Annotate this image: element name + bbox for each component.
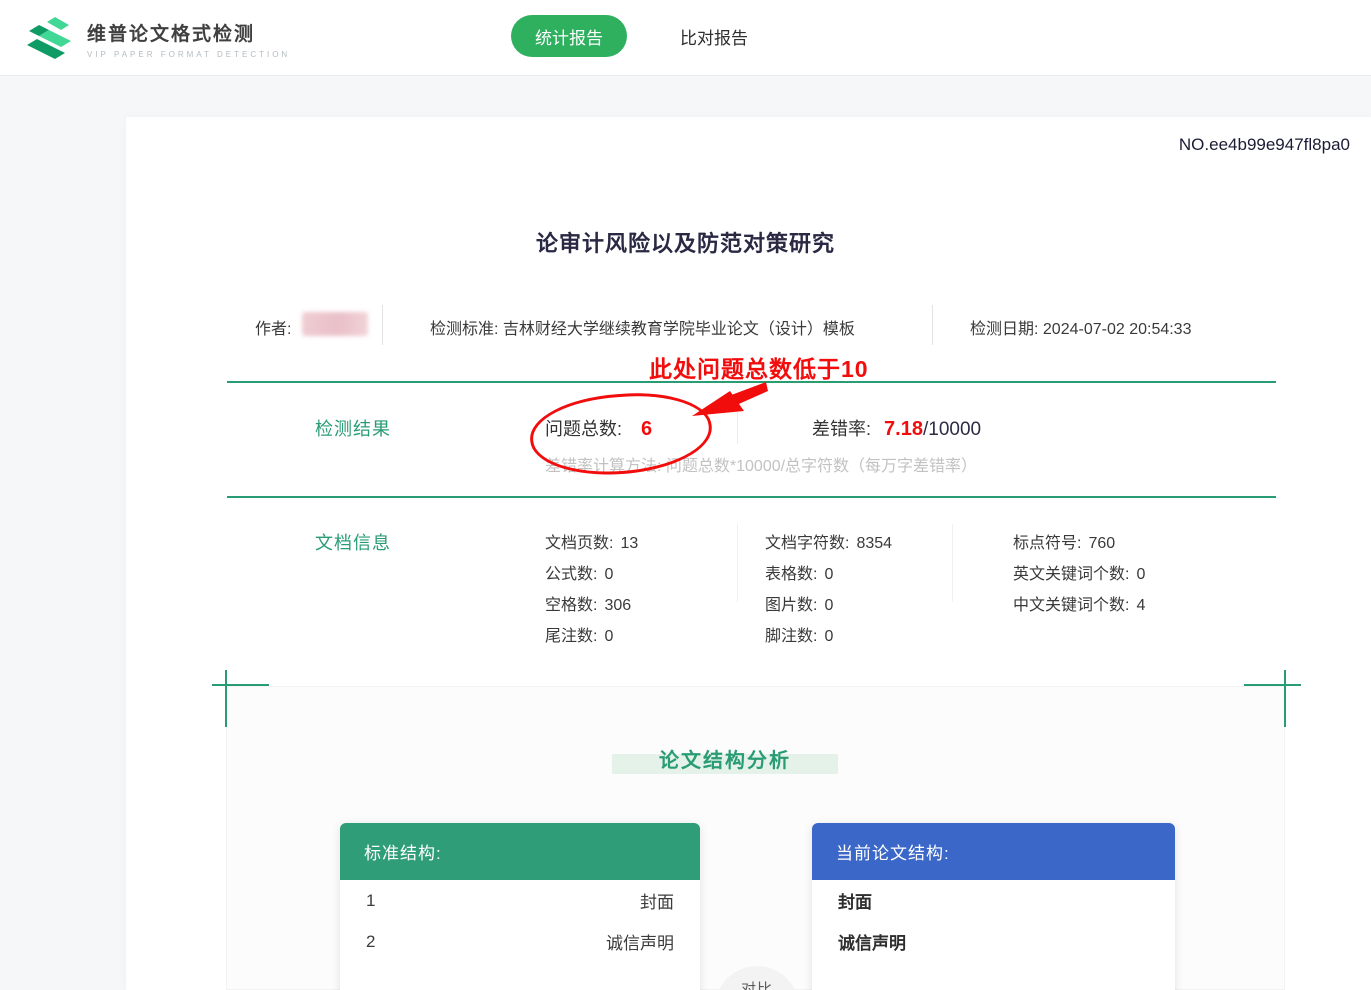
cropmark-right-horizontal: [1244, 684, 1301, 686]
error-rate-suffix: /10000: [923, 419, 981, 440]
author-label: 作者:: [255, 315, 291, 339]
red-arrow-icon: [690, 382, 768, 420]
page: 维普论文格式检测 VIP PAPER FORMAT DETECTION 统计报告…: [0, 0, 1371, 990]
docinfo-chars: 文档字符数:8354: [765, 529, 892, 553]
date-label: 检测日期:: [970, 321, 1038, 338]
docinfo-en-keywords: 英文关键词个数:0: [1013, 560, 1145, 584]
docinfo-punctuation: 标点符号:760: [1013, 529, 1115, 553]
docinfo-pages: 文档页数:13: [545, 529, 638, 553]
standard-value: 吉林财经大学继续教育学院毕业论文（设计）模板: [503, 321, 855, 338]
paper-title: 论审计风险以及防范对策研究: [0, 226, 1371, 258]
row-number: 1: [366, 891, 375, 911]
date-value: 2024-07-02 20:54:33: [1043, 321, 1192, 338]
meta-divider-2: [932, 305, 933, 345]
section-rule-bottom: [227, 496, 1276, 498]
brand-subtitle: VIP PAPER FORMAT DETECTION: [87, 50, 290, 59]
row-name: 诚信声明: [606, 929, 674, 954]
title-text: 论文结构分析: [612, 744, 838, 773]
author-name-redacted: [302, 312, 368, 336]
current-row-2: 诚信声明: [812, 921, 1175, 962]
cropmark-left-horizontal: [212, 684, 269, 686]
current-structure-card: 当前论文结构: 封面 诚信声明: [812, 823, 1175, 990]
standard-row-1: 1 封面: [340, 880, 700, 921]
docinfo-divider-2: [952, 524, 953, 602]
row-name: 封面: [640, 888, 674, 913]
docinfo-footnotes: 脚注数:0: [765, 622, 833, 646]
structure-analysis-title: 论文结构分析: [612, 744, 838, 774]
docinfo-divider-1: [737, 524, 738, 602]
standard-structure-card: 标准结构: 1 封面 2 诚信声明: [340, 823, 700, 990]
cropmark-left-vertical: [225, 670, 227, 727]
error-rate-value: 7.18: [884, 418, 923, 440]
docinfo-images: 图片数:0: [765, 591, 833, 615]
docinfo-formulas: 公式数:0: [545, 560, 613, 584]
meta-divider-1: [382, 305, 383, 345]
row-number: 2: [366, 932, 375, 952]
navbar: 维普论文格式检测 VIP PAPER FORMAT DETECTION 统计报告…: [0, 0, 1371, 76]
docinfo-spaces: 空格数:306: [545, 591, 631, 615]
detection-date: 检测日期: 2024-07-02 20:54:33: [970, 315, 1191, 339]
docinfo-cn-keywords: 中文关键词个数:4: [1013, 591, 1145, 615]
brand-logo[interactable]: 维普论文格式检测 VIP PAPER FORMAT DETECTION: [25, 12, 325, 66]
tab-statistics-report[interactable]: 统计报告: [511, 15, 627, 57]
vip-logo-icon: [25, 13, 81, 65]
report-number: NO.ee4b99e947fl8pa0: [1179, 135, 1350, 155]
standard-row-2: 2 诚信声明: [340, 921, 700, 962]
detection-standard: 检测标准: 吉林财经大学继续教育学院毕业论文（设计）模板: [430, 315, 855, 339]
error-rate: 差错率: 7.18/10000: [812, 415, 981, 441]
brand-name: 维普论文格式检测: [87, 19, 290, 46]
current-row-1: 封面: [812, 880, 1175, 921]
error-rate-label: 差错率:: [812, 419, 871, 439]
standard-structure-header: 标准结构:: [340, 823, 700, 880]
current-structure-header: 当前论文结构:: [812, 823, 1175, 880]
docinfo-tables: 表格数:0: [765, 560, 833, 584]
docinfo-section-label: 文档信息: [315, 529, 391, 555]
brand-text: 维普论文格式检测 VIP PAPER FORMAT DETECTION: [87, 19, 290, 59]
cropmark-right-vertical: [1284, 670, 1286, 727]
results-section-label: 检测结果: [315, 415, 391, 441]
standard-label: 检测标准:: [430, 321, 498, 338]
red-annotation-text: 此处问题总数低于10: [649, 350, 869, 384]
docinfo-endnotes: 尾注数:0: [545, 622, 613, 646]
tab-compare-report[interactable]: 比对报告: [664, 15, 764, 57]
